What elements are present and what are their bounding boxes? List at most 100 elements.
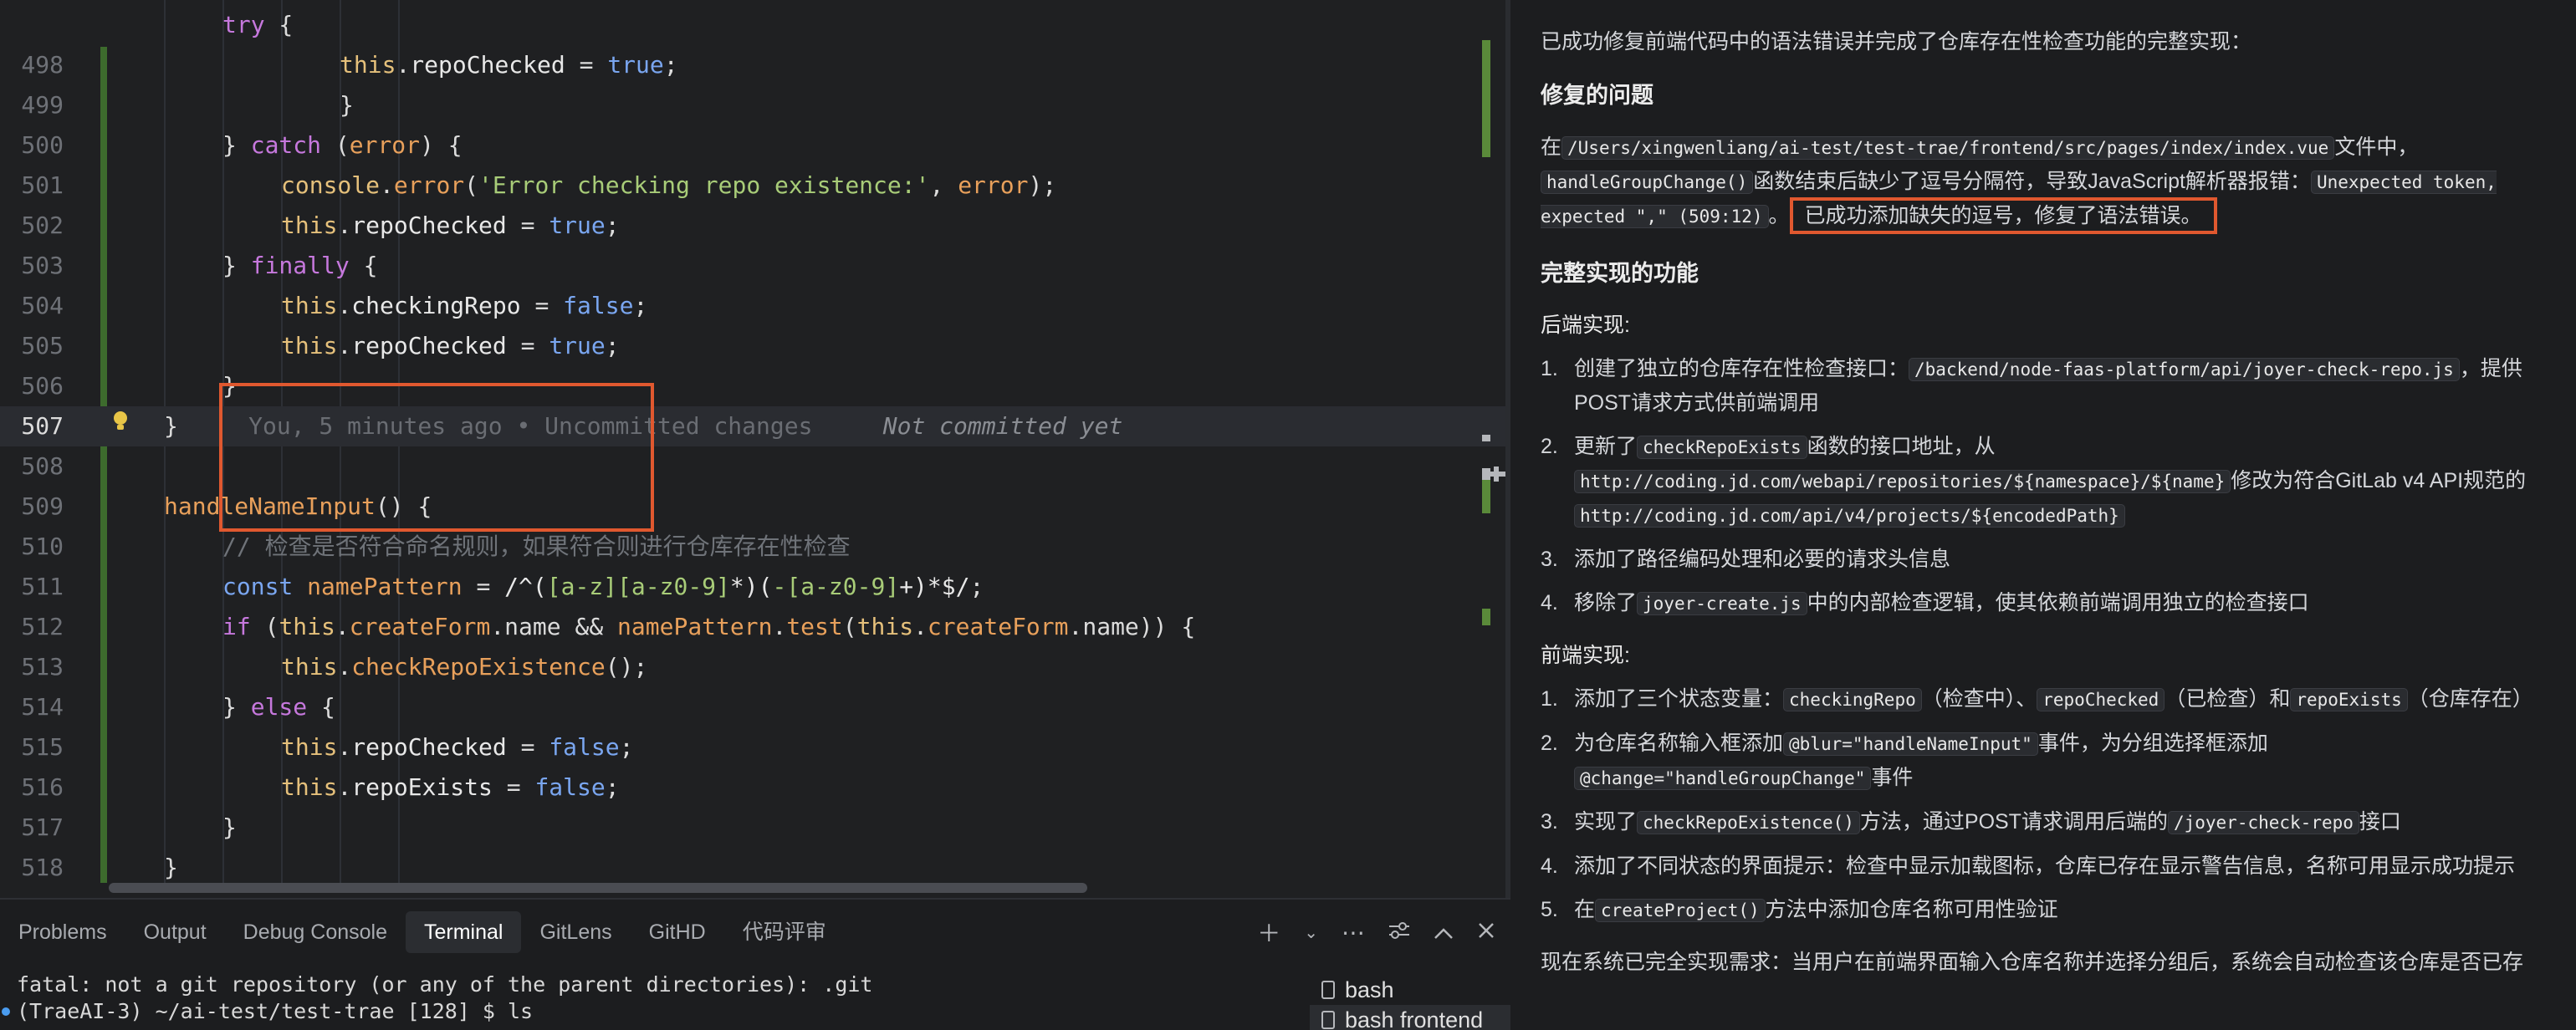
code-line[interactable]: 515 this.repoChecked = false; (0, 727, 1505, 767)
code-text: this.repoChecked = true; (281, 212, 620, 239)
code-text: } (164, 854, 178, 881)
tab-code-review[interactable]: 代码评审 (724, 911, 845, 953)
terminal-output[interactable]: fatal: not a git repository (or any of t… (0, 971, 1288, 1025)
line-number: 513 (21, 653, 64, 681)
code-text: } (222, 813, 237, 841)
vertical-scrollbar[interactable] (1487, 428, 1505, 512)
code-line[interactable]: 499} (0, 85, 1505, 125)
terminal-prompt-line: (TraeAI-3) ~/ai-test/test-trae [128] $ l… (0, 998, 1288, 1025)
tab-githd[interactable]: GitHD (631, 911, 724, 953)
line-number: 507 (21, 412, 64, 440)
tab-gitlens[interactable]: GitLens (521, 911, 630, 953)
code-text: this.repoChecked = true; (281, 332, 620, 359)
chat-intro: 已成功修复前端代码中的语法错误并完成了仓库存在性检查功能的完整实现： (1541, 30, 2252, 54)
fix-heading: 修复的问题 (1541, 83, 1653, 108)
panel-actions: ＋ ⌄ ⋯ (1257, 911, 1495, 953)
ai-chat-panel[interactable]: 已成功修复前端代码中的语法错误并完成了仓库存在性检查功能的完整实现： 修复的问题… (1510, 0, 2576, 1030)
tab-terminal[interactable]: Terminal (406, 911, 522, 953)
list-item: 2. 更新了 checkRepoExists 函数的接口地址，从 http://codi… (1541, 435, 2527, 528)
code-line[interactable]: 513 this.checkRepoExistence(); (0, 647, 1505, 687)
lightbulb-icon[interactable] (110, 410, 130, 433)
line-number: 502 (21, 212, 64, 239)
list-item: 4. 添加了不同状态的界面提示：检查中显示加载图标，仓库已存在显示警告信息，名称可… (1541, 854, 2516, 878)
code-text: this.repoChecked = true; (340, 51, 678, 79)
code-text: this.repoExists = false; (281, 773, 620, 801)
annotation-highlight-box (219, 383, 654, 532)
terminal-icon (1321, 1011, 1335, 1029)
more-icon[interactable]: ⋯ (1342, 919, 1365, 946)
line-number: 505 (21, 332, 64, 359)
code-line[interactable]: 498 this.repoChecked = true; (0, 45, 1505, 85)
code-text: console.error('Error checking repo exist… (281, 171, 1057, 199)
terminal-line: fatal: not a git repository (or any of t… (17, 972, 873, 997)
list-item: 4. 移除了 joyer-create.js 中的内部检查逻辑，使其依赖前端调用独立的… (1541, 591, 2309, 615)
plus-icon[interactable]: ＋ (1257, 915, 1280, 949)
settings-sliders-icon[interactable] (1388, 919, 1410, 946)
code-line[interactable]: 518} (0, 848, 1505, 888)
list-item: 3. 实现了 checkRepoExistence() 方法，通过POST请求调用后端… (1541, 810, 2401, 834)
fn-code[interactable]: handleGroupChange() (1541, 171, 1754, 194)
code-line[interactable]: 511 const namePattern = /^([a-z][a-z0-9]*… (0, 567, 1505, 607)
line-number: 510 (21, 533, 64, 560)
line-number: 508 (21, 452, 64, 480)
terminal-item-bash[interactable]: bash (1310, 975, 1510, 1005)
code-line[interactable]: 516 this.repoExists = false; (0, 767, 1505, 808)
backend-heading: 后端实现: (1541, 314, 1630, 337)
code-line[interactable]: try { (0, 5, 1505, 45)
code-line[interactable]: 514 } else { (0, 687, 1505, 727)
frontend-list: 1. 添加了三个状态变量： checkingRepo （检查中）、 repoChecke… (1541, 682, 2559, 927)
annotation-highlight-text: 已成功添加缺失的逗号，修复了语法错误。 (1789, 197, 2217, 234)
code-line[interactable]: 517} (0, 808, 1505, 848)
line-number: 503 (21, 252, 64, 279)
code-line[interactable]: 501 console.error('Error checking repo ex… (0, 166, 1505, 206)
tab-problems[interactable]: Problems (0, 911, 125, 953)
code-line[interactable]: 502 this.repoChecked = true; (0, 206, 1505, 246)
code-editor[interactable]: try {498 this.repoChecked = true; 499} 500}… (0, 0, 1505, 898)
close-icon[interactable] (1477, 919, 1495, 946)
chevron-up-icon[interactable] (1434, 919, 1454, 946)
code-line[interactable]: 500} catch (error) { (0, 125, 1505, 166)
code-text: try { (222, 11, 294, 38)
horizontal-scrollbar[interactable] (109, 883, 1087, 893)
list-item: 5. 在 createProject() 方法中添加仓库名称可用性验证 (1541, 898, 2058, 922)
terminal-list: bash bash frontend (1310, 975, 1510, 1030)
impl-heading: 完整实现的功能 (1541, 261, 1699, 286)
tab-debug-console[interactable]: Debug Console (225, 911, 406, 953)
code-text: this.checkRepoExistence(); (281, 653, 648, 681)
line-number: 511 (21, 573, 64, 600)
code-text: // 检查是否符合命名规则，如果符合则进行仓库存在性检查 (222, 533, 851, 560)
code-text: } (340, 91, 354, 119)
chevron-down-icon[interactable]: ⌄ (1304, 922, 1318, 943)
code-line[interactable]: 504 this.checkingRepo = false; (0, 286, 1505, 326)
code-text: } else { (222, 693, 335, 721)
list-item: 1. 创建了独立的仓库存在性检查接口：/backend/node-faas-pla… (1541, 357, 2522, 415)
backend-list: 1. 创建了独立的仓库存在性检查接口：/backend/node-faas-pla… (1541, 352, 2559, 620)
line-number: 518 (21, 854, 64, 881)
terminal-item-bash-frontend[interactable]: bash frontend (1310, 1005, 1510, 1030)
line-number: 506 (21, 372, 64, 400)
code-text: } finally { (222, 252, 378, 279)
code-text: this.repoChecked = false; (281, 733, 634, 761)
code-text: const namePattern = /^([a-z][a-z0-9]*)(-… (222, 573, 984, 600)
chat-outro: 现在系统已完全实现需求：当用户在前端界面输入仓库名称并选择分组后，系统会自动检查… (1541, 951, 2524, 974)
code-line[interactable]: 505 this.repoChecked = true; (0, 326, 1505, 366)
prompt-dot-icon (2, 1007, 10, 1016)
terminal-icon (1321, 981, 1335, 999)
code-text: if (this.createForm.name && namePattern.… (222, 613, 1196, 640)
list-item: 2. 为仓库名称输入框添加 @blur="handleNameInput" 事件，为分… (1541, 732, 2268, 790)
line-number: 516 (21, 773, 64, 801)
line-number: 509 (21, 492, 64, 520)
line-number: 504 (21, 292, 64, 319)
tab-output[interactable]: Output (125, 911, 225, 953)
code-text: } catch (error) { (222, 131, 463, 159)
line-number: 499 (21, 91, 64, 119)
panel-tabs: Problems Output Debug Console Terminal G… (0, 911, 845, 953)
code-line[interactable]: 512 if (this.createForm.name && namePatte… (0, 607, 1505, 647)
code-text: this.checkingRepo = false; (281, 292, 648, 319)
list-item: 1. 添加了三个状态变量： checkingRepo （检查中）、 repoChecke… (1541, 687, 2533, 711)
code-line[interactable]: 510 // 检查是否符合命名规则，如果符合则进行仓库存在性检查 (0, 527, 1505, 567)
line-number: 514 (21, 693, 64, 721)
code-line[interactable]: 503 } finally { (0, 246, 1505, 286)
line-number: 501 (21, 171, 64, 199)
file-path-code[interactable]: /Users/xingwenliang/ai-test/test-trae/fr… (1561, 136, 2335, 160)
